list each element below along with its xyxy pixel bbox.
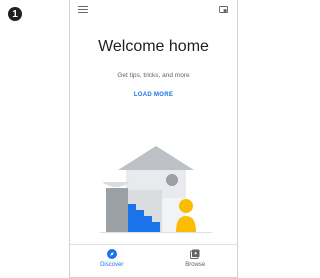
home-illustration bbox=[100, 146, 212, 233]
top-app-bar bbox=[70, 0, 237, 20]
browse-icon bbox=[190, 249, 200, 259]
screen: 1 Welcome home Get tips, tricks, and mor… bbox=[0, 0, 241, 278]
load-more-button[interactable]: LOAD MORE bbox=[70, 92, 237, 98]
bottom-navigation: Discover Browse bbox=[70, 245, 238, 277]
page-title: Welcome home bbox=[98, 38, 209, 55]
nav-label-discover: Discover bbox=[100, 262, 124, 268]
nav-item-browse[interactable]: Browse bbox=[154, 245, 238, 277]
cast-icon[interactable] bbox=[219, 6, 228, 14]
page-subtitle: Get tips, tricks, and more bbox=[117, 72, 190, 79]
step-number-badge: 1 bbox=[8, 7, 22, 21]
nav-item-discover[interactable]: Discover bbox=[70, 245, 154, 277]
hamburger-menu-icon[interactable] bbox=[78, 6, 88, 14]
phone-frame: Welcome home Get tips, tricks, and more … bbox=[69, 0, 238, 278]
compass-icon bbox=[106, 249, 117, 259]
nav-label-browse: Browse bbox=[185, 262, 206, 268]
